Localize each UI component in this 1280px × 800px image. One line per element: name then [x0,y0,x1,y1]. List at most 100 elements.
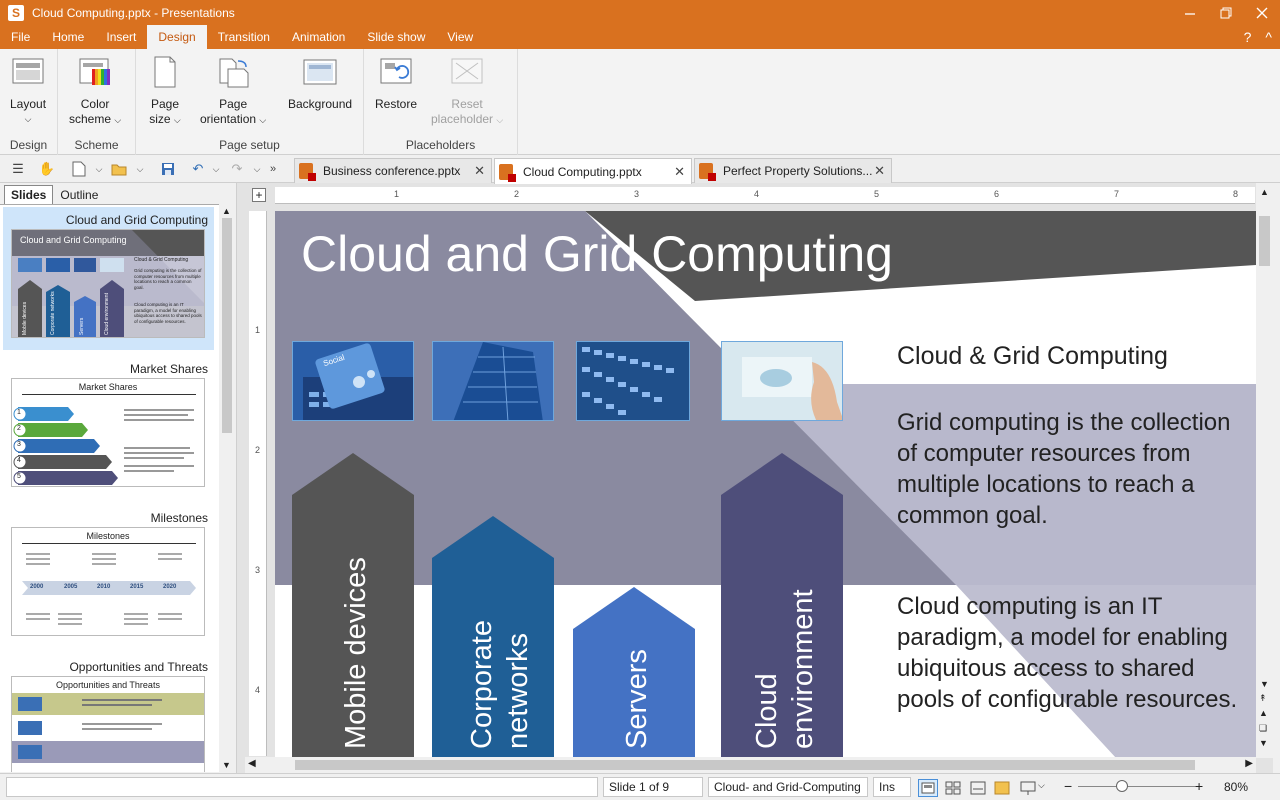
redo-icon[interactable]: ↷ [228,160,246,178]
scroll-down-icon[interactable]: ▼ [222,760,231,770]
maximize-icon[interactable] [1208,0,1244,25]
scroll-up-icon[interactable]: ▲ [1260,187,1269,197]
zoom-slider[interactable] [1078,786,1198,787]
scrollbar-thumb[interactable] [222,218,232,433]
background-button[interactable]: Background [288,55,352,112]
menu-tab-view[interactable]: View [436,25,484,49]
slide-thumbnail-2[interactable]: Market Shares Market Shares 1 2 3 4 5 [3,356,214,499]
title-bar: S Cloud Computing.pptx - Presentations [0,0,1280,25]
slide-subtitle[interactable]: Cloud & Grid Computing [897,342,1168,371]
pillar-cloud-environment[interactable]: Cloud environment [721,453,843,757]
slide-thumbnail-1[interactable]: Cloud and Grid Computing Cloud and Grid … [3,207,214,350]
undo-icon[interactable]: ↶ [189,160,207,178]
slide-paragraph-grid[interactable]: Grid computing is the collection of comp… [897,407,1247,531]
zoom-level[interactable]: 80% [1224,780,1248,794]
photo-cloud-environment[interactable] [721,341,843,421]
ruler-number: 6 [994,189,1000,199]
previous-page-icon[interactable]: ▲ [1259,708,1268,718]
ribbon-group-design: Layout ⌵ Design [0,49,58,155]
handout-view-icon[interactable] [994,780,1012,799]
chevron-down-icon[interactable]: ⌵ [1038,780,1045,791]
slide-paragraph-cloud[interactable]: Cloud computing is an IT paradigm, a mod… [897,591,1247,715]
scrollbar-thumb[interactable] [295,760,1195,770]
zoom-out-button[interactable]: − [1064,778,1072,794]
slide-counter[interactable]: Slide 1 of 9 [603,777,703,797]
photo-servers[interactable] [576,341,690,421]
vertical-ruler[interactable]: 1 2 3 4 [249,211,267,756]
thumbnail-number: 5 [17,473,21,480]
pillar-corporate-networks[interactable]: Corporate networks [432,516,554,757]
vertical-scrollbar[interactable]: ▲ ▼ ↟ ▲ ❏ ▼ [1256,183,1273,758]
chevron-down-icon[interactable]: ⌵ [207,160,225,178]
scroll-right-icon[interactable]: ▶ [1245,758,1253,769]
slide-thumbnail-4[interactable]: Opportunities and Threats Opportunities … [3,654,214,772]
previous-slide-icon[interactable]: ↟ [1259,693,1267,704]
zoom-slider-handle[interactable] [1116,780,1128,792]
layout-button[interactable]: Layout ⌵ [10,55,46,127]
slide-name[interactable]: Cloud- and Grid-Computing [708,777,868,797]
next-page-icon[interactable]: ▼ [1259,738,1268,748]
pillar-label: environment [787,589,819,749]
pillar-mobile-devices[interactable]: Mobile devices [292,453,414,757]
tab-stop-selector[interactable]: + [252,188,266,202]
panel-tab-slides[interactable]: Slides [4,185,54,204]
horizontal-scrollbar[interactable]: ◀ ▶ [245,757,1256,773]
reset-placeholder-button[interactable]: Reset placeholder ⌵ [431,55,503,128]
page-size-button[interactable]: Page size ⌵ [148,55,182,128]
horizontal-ruler[interactable]: 1 2 3 4 5 6 7 8 [275,187,1255,204]
touch-mode-icon[interactable]: ✋ [38,160,56,178]
minimize-icon[interactable] [1172,0,1208,25]
panel-tab-outline[interactable]: Outline [53,185,105,204]
chevron-down-icon[interactable]: ⌵ [131,160,149,178]
menu-tab-file[interactable]: File [0,25,41,49]
restore-button[interactable]: Restore [375,55,417,112]
photo-corporate-networks[interactable] [432,341,554,421]
thumbnail-scrollbar[interactable]: ▲ ▼ [219,204,235,772]
slide-title[interactable]: Cloud and Grid Computing [301,225,893,283]
doc-tab-cloud-computing[interactable]: Cloud Computing.pptx ✕ [494,158,692,184]
hamburger-menu-icon[interactable]: ☰ [9,160,27,178]
help-icon[interactable]: ? [1244,25,1252,49]
open-folder-icon[interactable] [110,160,128,178]
close-tab-icon[interactable]: ✕ [474,163,485,179]
close-tab-icon[interactable]: ✕ [674,164,685,180]
thumbnail-preview: Opportunities and Threats [11,676,205,772]
menu-tab-design[interactable]: Design [147,25,207,49]
menu-tab-slide-show[interactable]: Slide show [356,25,436,49]
collapse-ribbon-icon[interactable]: ^ [1265,25,1272,49]
new-document-icon[interactable] [70,160,88,178]
slide-sorter-icon[interactable] [945,780,961,799]
scroll-down-icon[interactable]: ▼ [1260,679,1269,689]
doc-tab-label: Business conference.pptx [323,164,461,178]
normal-view-icon[interactable] [918,779,938,797]
scroll-up-icon[interactable]: ▲ [222,206,231,216]
ruler-number: 7 [1114,189,1120,199]
page-orientation-button[interactable]: Page orientation ⌵ [200,55,266,128]
doc-tab-perfect-property[interactable]: Perfect Property Solutions... ✕ [694,158,892,183]
notes-view-icon[interactable] [970,780,986,799]
slide-canvas[interactable]: Social Mobile devices Corporate networks… [275,211,1256,757]
scrollbar-thumb[interactable] [1259,216,1270,266]
ribbon: Layout ⌵ Design Color scheme ⌵ Scheme Pa… [0,49,1280,155]
chevron-down-icon[interactable]: ⌵ [90,160,108,178]
menu-tab-transition[interactable]: Transition [207,25,281,49]
slides-panel: Slides Outline Cloud and Grid Computing [0,183,237,773]
more-tools-icon[interactable]: » [264,160,282,178]
photo-mobile-devices[interactable]: Social [292,341,414,421]
menu-tab-insert[interactable]: Insert [95,25,147,49]
thumbnail-pillar-label: Servers [79,317,85,335]
zoom-in-button[interactable]: + [1195,778,1203,794]
doc-tab-business-conference[interactable]: Business conference.pptx ✕ [294,158,492,183]
slide-thumbnail-3[interactable]: Milestones Milestones 2000 2005 2010 201… [3,505,214,648]
menu-tab-animation[interactable]: Animation [281,25,356,49]
color-scheme-button[interactable]: Color scheme ⌵ [69,55,121,128]
close-tab-icon[interactable]: ✕ [874,163,885,179]
save-icon[interactable] [159,160,177,178]
pillar-servers[interactable]: Servers [573,587,695,757]
page-icon[interactable]: ❏ [1259,723,1267,734]
close-icon[interactable] [1244,0,1280,25]
scroll-left-icon[interactable]: ◀ [248,758,256,769]
insert-mode[interactable]: Ins [873,777,911,797]
presenter-view-icon[interactable] [1020,780,1036,799]
menu-tab-home[interactable]: Home [41,25,95,49]
